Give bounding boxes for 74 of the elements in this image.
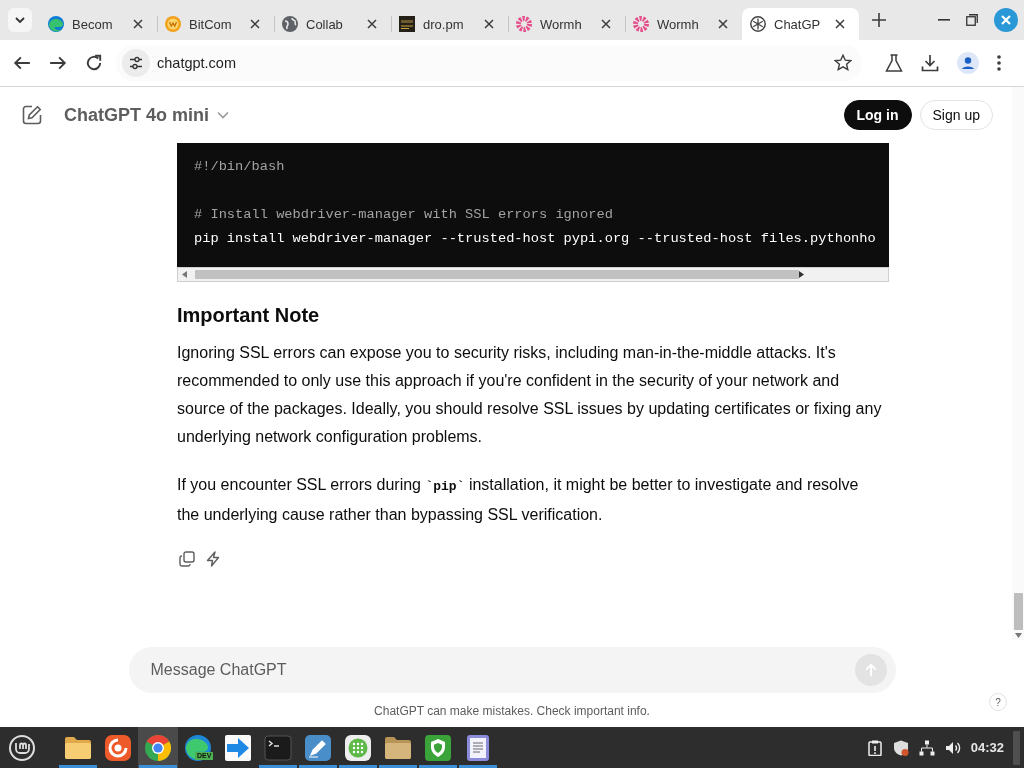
sign-up-button[interactable]: Sign up <box>919 100 993 130</box>
browser-tab[interactable]: Becom <box>40 8 157 40</box>
browser-tab[interactable]: Wormh <box>508 8 625 40</box>
reload-icon[interactable] <box>85 54 103 72</box>
scrollbar-thumb[interactable] <box>1013 593 1023 630</box>
document-icon <box>464 733 492 762</box>
copy-icon[interactable] <box>179 551 195 567</box>
coin-icon <box>165 16 181 32</box>
horizontal-scrollbar[interactable] <box>177 267 889 282</box>
paragraph: Ignoring SSL errors can expose you to security risks, including man-in-the-middle attacks. It's recommended to only use this approach if you're confident in the security of your network and source of the packages. Ideally, you should resolve SSL issues by updating certificates or fixing any underlying network configuration problems. <box>177 343 883 447</box>
browser-tab[interactable]: dro.pm <box>391 8 508 40</box>
lightning-icon[interactable] <box>206 551 220 567</box>
wheel-icon <box>144 733 172 762</box>
network-icon[interactable] <box>918 739 935 756</box>
dots-grid-icon <box>344 733 372 762</box>
taskbar-button[interactable] <box>138 727 178 768</box>
composer-field[interactable]: Message ChatGPT <box>128 647 896 693</box>
flask-icon[interactable] <box>885 54 903 72</box>
close-icon[interactable] <box>718 19 728 29</box>
browser-tab[interactable]: BitCom <box>157 8 274 40</box>
chevron-down-icon <box>217 111 229 119</box>
sliders-icon[interactable] <box>122 49 150 77</box>
close-icon[interactable] <box>250 19 260 29</box>
minimize-icon[interactable] <box>938 19 950 21</box>
code-comment: #!/bin/bash <box>194 158 286 176</box>
browser-tab[interactable]: Collab <box>274 8 391 40</box>
arrow-tile-icon <box>224 733 252 762</box>
close-icon[interactable] <box>133 19 143 29</box>
logo-icon[interactable] <box>9 734 35 761</box>
close-icon[interactable] <box>835 19 845 29</box>
help-button[interactable]: ? <box>989 693 1007 711</box>
globe-icon <box>282 16 298 32</box>
message-field[interactable]: Message ChatGPT <box>150 656 855 684</box>
terminal-icon <box>264 733 292 762</box>
address-field[interactable]: chatgpt.com <box>116 45 862 81</box>
browser-tab[interactable]: Wormh <box>625 8 742 40</box>
disclaimer-text: ChatGPT can make mistakes. Check important info. <box>374 703 650 719</box>
triangle-left-icon[interactable] <box>182 271 187 278</box>
chevron-down-icon[interactable] <box>8 8 32 32</box>
log-in-button[interactable]: Log in <box>843 100 912 130</box>
star-icon[interactable] <box>834 54 852 72</box>
close-icon[interactable] <box>367 19 377 29</box>
person-icon[interactable] <box>957 52 979 74</box>
code-line: pip install webdriver-manager --trusted-host pypi.org --trusted-host files.pythonho <box>194 230 877 248</box>
plus-icon[interactable] <box>872 13 886 27</box>
close-icon[interactable] <box>484 19 494 29</box>
triangle-down-icon[interactable] <box>1014 633 1022 638</box>
section-heading: Important Note <box>177 303 321 328</box>
scrollbar-thumb[interactable] <box>195 270 799 279</box>
arrow-up-icon <box>863 663 878 677</box>
restore-icon[interactable] <box>966 14 978 26</box>
ring-icon <box>633 16 649 32</box>
pen-icon <box>304 733 332 762</box>
swirl-tile-icon <box>104 733 132 762</box>
shield-icon <box>424 733 452 762</box>
model-selector[interactable]: ChatGPT 4o mini <box>64 104 229 126</box>
close-icon[interactable] <box>601 19 611 29</box>
spoked-circle-icon <box>750 16 766 32</box>
triangle-right-icon[interactable] <box>799 271 804 278</box>
download-icon[interactable] <box>921 54 939 72</box>
ring-icon <box>516 16 532 32</box>
browser-tab[interactable]: ChatGP <box>742 8 859 40</box>
edit-icon[interactable] <box>22 105 42 125</box>
clipboard-icon[interactable] <box>866 739 883 756</box>
menu-icon[interactable] <box>997 55 1001 71</box>
arrow-right-icon[interactable] <box>49 54 67 72</box>
code-comment: # Install webdriver-manager with SSL errors ignored <box>194 206 614 224</box>
thumbnail-icon <box>399 16 415 32</box>
vertical-scrollbar[interactable] <box>1012 87 1024 640</box>
arrow-left-icon[interactable] <box>13 54 31 72</box>
clock-text[interactable]: 04:32 <box>970 740 1004 755</box>
paragraph: If you encounter SSL errors during `pip` installation, it might be better to investigate and resolve the underlying cause rather than bypassing SSL verification. <box>177 475 860 525</box>
shield-icon[interactable] <box>892 739 909 756</box>
swirl-icon <box>48 16 64 32</box>
